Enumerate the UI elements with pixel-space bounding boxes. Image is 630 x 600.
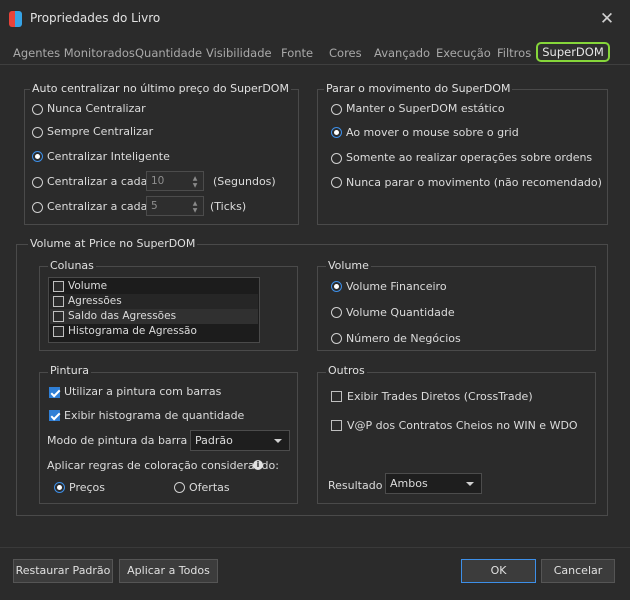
radio-nunca-centralizar[interactable] — [32, 104, 43, 115]
use-bars-label: Utilizar a pintura com barras — [64, 385, 222, 398]
app-logo-icon — [9, 11, 22, 27]
info-icon[interactable]: i — [253, 460, 263, 470]
radio-somente-ordens[interactable] — [331, 153, 342, 164]
tab-quantidade[interactable]: Quantidade — [135, 46, 202, 60]
column-histograma-checkbox[interactable] — [53, 326, 64, 337]
restore-default-button[interactable]: Restaurar Padrão — [13, 559, 113, 583]
footer-divider — [0, 547, 630, 548]
tab-filtros[interactable]: Filtros — [497, 46, 531, 60]
coloring-rules-label: Aplicar regras de coloração considerando… — [47, 459, 279, 472]
cancel-button[interactable]: Cancelar — [541, 559, 615, 583]
ticks-unit: (Ticks) — [210, 200, 247, 213]
tab-avancado[interactable]: Avançado — [374, 46, 430, 60]
seconds-unit: (Segundos) — [213, 175, 276, 188]
somente-ordens-label: Somente ao realizar operações sobre orde… — [346, 151, 593, 164]
radio-nunca-parar[interactable] — [331, 177, 342, 188]
title-bar: Propriedades do Livro ✕ — [0, 0, 630, 38]
full-contracts-checkbox[interactable] — [331, 420, 342, 431]
chevron-down-icon — [274, 439, 282, 443]
volume-quantidade-label: Volume Quantidade — [346, 306, 455, 319]
radio-manter-estatico[interactable] — [331, 104, 342, 115]
ok-button[interactable]: OK — [461, 559, 536, 583]
apply-all-button[interactable]: Aplicar a Todos — [119, 559, 218, 583]
columns-legend: Colunas — [48, 259, 96, 272]
vap-legend: Volume at Price no SuperDOM — [28, 237, 198, 250]
centralizar-segundos-label: Centralizar a cada — [47, 175, 148, 188]
tab-execucao[interactable]: Execução — [436, 46, 491, 60]
volume-financeiro-label: Volume Financeiro — [346, 280, 447, 293]
ofertas-label: Ofertas — [189, 481, 230, 494]
close-icon[interactable]: ✕ — [598, 10, 616, 28]
tab-divider — [0, 64, 630, 65]
show-histogram-label: Exibir histograma de quantidade — [64, 409, 245, 422]
painting-legend: Pintura — [48, 364, 91, 377]
cross-trade-checkbox[interactable] — [331, 391, 342, 402]
chevron-down-icon — [466, 482, 474, 486]
result-value: Ambos — [390, 477, 428, 490]
column-saldo-checkbox[interactable] — [53, 311, 64, 322]
column-agressoes-checkbox[interactable] — [53, 296, 64, 307]
column-histograma-label: Histograma de Agressão — [68, 325, 197, 337]
cross-trade-label: Exibir Trades Diretos (CrossTrade) — [347, 390, 533, 403]
list-item[interactable]: Histograma de Agressão — [50, 324, 258, 339]
radio-centralizar-ticks[interactable] — [32, 202, 43, 213]
column-saldo-label: Saldo das Agressões — [68, 310, 177, 322]
show-histogram-checkbox[interactable] — [49, 410, 60, 421]
sempre-centralizar-label: Sempre Centralizar — [47, 125, 154, 138]
numero-negocios-label: Número de Negócios — [346, 332, 461, 345]
tab-visibilidade[interactable]: Visibilidade — [206, 46, 272, 60]
use-bars-checkbox[interactable] — [49, 387, 60, 398]
list-item[interactable]: Volume — [50, 279, 258, 294]
tab-agentes-monitorados[interactable]: Agentes Monitorados — [13, 46, 135, 60]
tab-superdom[interactable]: SuperDOM — [536, 42, 610, 62]
radio-numero-negocios[interactable] — [331, 333, 342, 344]
radio-volume-quantidade[interactable] — [331, 307, 342, 318]
precos-label: Preços — [69, 481, 105, 494]
mover-mouse-label: Ao mover o mouse sobre o grid — [346, 126, 519, 139]
tab-fonte[interactable]: Fonte — [281, 46, 313, 60]
centralizar-inteligente-label: Centralizar Inteligente — [47, 150, 170, 163]
ticks-stepper[interactable]: 5 ▲ ▼ — [146, 196, 204, 216]
paint-mode-label: Modo de pintura da barra — [47, 434, 188, 447]
seconds-stepper[interactable]: 10 ▲ ▼ — [146, 171, 204, 191]
radio-precos[interactable] — [54, 482, 65, 493]
stepper-down-icon[interactable]: ▼ — [191, 208, 199, 214]
list-item[interactable]: Agressões — [50, 294, 258, 309]
ticks-value: 5 — [151, 200, 158, 212]
radio-sempre-centralizar[interactable] — [32, 127, 43, 138]
full-contracts-label: V@P dos Contratos Cheios no WIN e WDO — [347, 419, 578, 432]
stepper-down-icon[interactable]: ▼ — [191, 183, 199, 189]
result-select[interactable]: Ambos — [385, 473, 482, 494]
radio-centralizar-inteligente[interactable] — [32, 151, 43, 162]
radio-centralizar-segundos[interactable] — [32, 177, 43, 188]
centralizar-ticks-label: Centralizar a cada — [47, 200, 148, 213]
radio-volume-financeiro[interactable] — [331, 281, 342, 292]
radio-mover-mouse[interactable] — [331, 127, 342, 138]
result-label: Resultado — [328, 479, 383, 492]
radio-ofertas[interactable] — [174, 482, 185, 493]
manter-estatico-label: Manter o SuperDOM estático — [346, 102, 505, 115]
tab-cores[interactable]: Cores — [329, 46, 362, 60]
others-legend: Outros — [326, 364, 367, 377]
list-item[interactable]: Saldo das Agressões — [50, 309, 258, 324]
column-volume-label: Volume — [68, 280, 108, 292]
column-volume-checkbox[interactable] — [53, 281, 64, 292]
columns-list[interactable]: Volume Agressões Saldo das Agressões His… — [48, 277, 260, 343]
paint-mode-value: Padrão — [195, 434, 233, 447]
stop-movement-legend: Parar o movimento do SuperDOM — [324, 82, 513, 95]
column-agressoes-label: Agressões — [68, 295, 122, 307]
auto-center-legend: Auto centralizar no último preço do Supe… — [30, 82, 291, 95]
seconds-value: 10 — [151, 175, 165, 187]
window-title: Propriedades do Livro — [30, 11, 161, 25]
nunca-centralizar-label: Nunca Centralizar — [47, 102, 146, 115]
paint-mode-select[interactable]: Padrão — [190, 430, 290, 451]
volume-legend: Volume — [326, 259, 371, 272]
nunca-parar-label: Nunca parar o movimento (não recomendado… — [346, 176, 602, 189]
